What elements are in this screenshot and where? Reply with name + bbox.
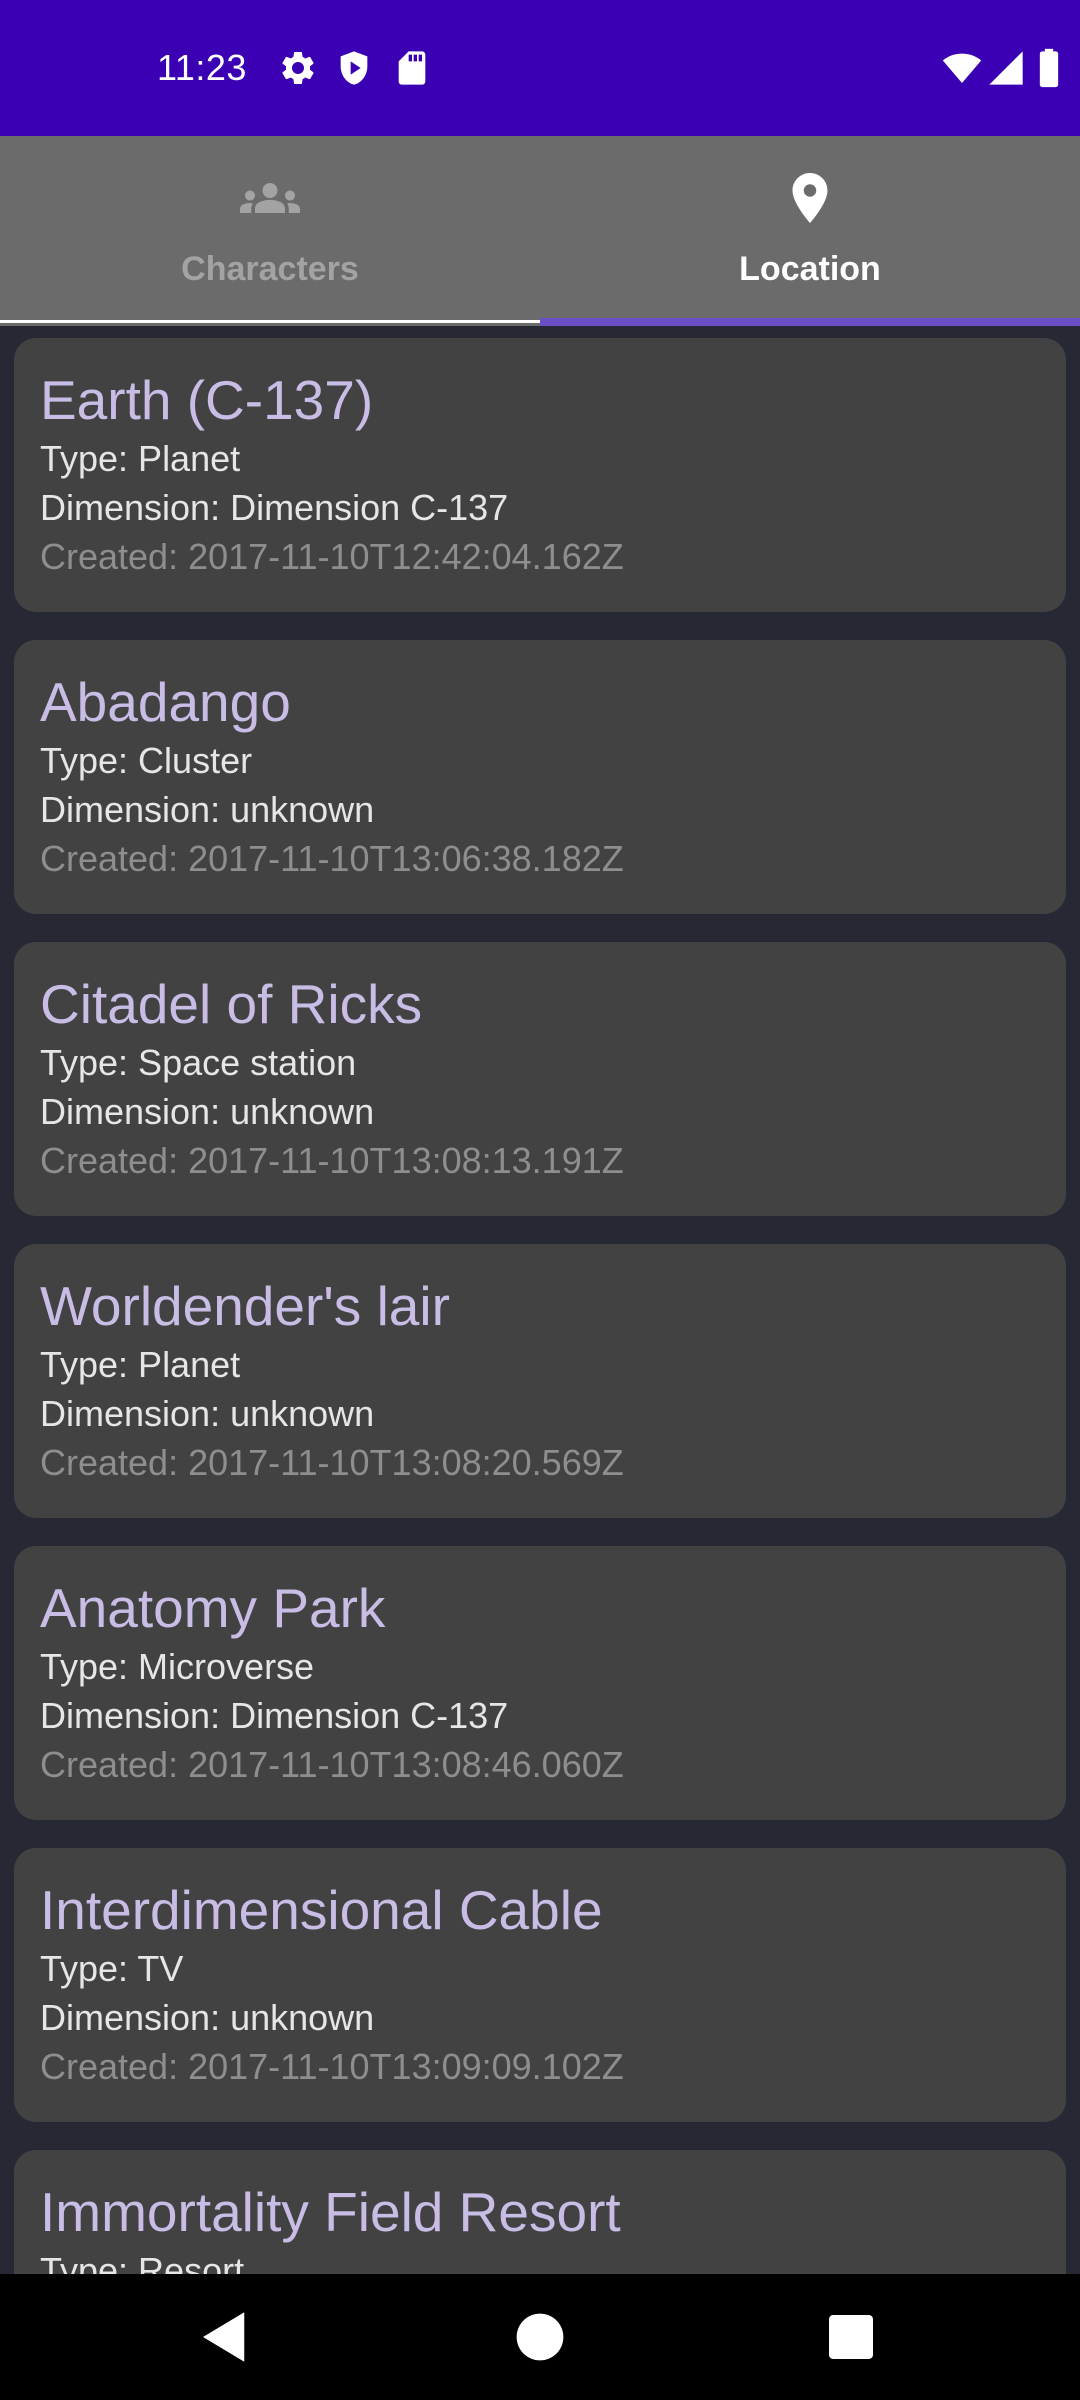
wifi-icon: [940, 48, 984, 88]
location-card[interactable]: Immortality Field Resort Type: Resort: [14, 2150, 1066, 2274]
location-card[interactable]: Interdimensional Cable Type: TV Dimensio…: [14, 1848, 1066, 2122]
location-card[interactable]: Earth (C-137) Type: Planet Dimension: Di…: [14, 338, 1066, 612]
location-type: Type: Planet: [40, 438, 241, 479]
tab-bar: Characters Location: [0, 136, 1080, 326]
location-name: Immortality Field Resort: [40, 2181, 621, 2243]
location-created: Created: 2017-11-10T13:06:38.182Z: [40, 838, 624, 879]
location-created: Created: 2017-11-10T12:42:04.162Z: [40, 536, 624, 577]
location-type: Type: Planet: [40, 1344, 241, 1385]
tab-divider: [0, 320, 540, 323]
location-card[interactable]: Worldender's lair Type: Planet Dimension…: [14, 1244, 1066, 1518]
tab-selected-indicator: [540, 318, 1080, 326]
location-type: Type: Space station: [40, 1042, 357, 1083]
location-name: Worldender's lair: [40, 1275, 450, 1337]
location-name: Anatomy Park: [40, 1577, 386, 1639]
location-dimension: Dimension: Dimension C-137: [40, 1695, 509, 1736]
home-icon[interactable]: [507, 2304, 573, 2370]
location-list[interactable]: Earth (C-137) Type: Planet Dimension: Di…: [0, 326, 1080, 2274]
signal-icon: [986, 48, 1026, 88]
tab-characters[interactable]: Characters: [0, 136, 540, 326]
battery-icon: [1036, 48, 1062, 88]
location-type: Type: TV: [40, 1948, 184, 1989]
recents-icon[interactable]: [818, 2304, 884, 2370]
back-icon[interactable]: [192, 2304, 258, 2370]
sd-card-icon: [392, 48, 432, 88]
location-dimension: Dimension: Dimension C-137: [40, 487, 509, 528]
location-type: Type: Resort: [40, 2250, 245, 2274]
location-created: Created: 2017-11-10T13:08:13.191Z: [40, 1140, 624, 1181]
location-dimension: Dimension: unknown: [40, 1393, 375, 1434]
location-dimension: Dimension: unknown: [40, 1091, 375, 1132]
navigation-bar: [0, 2274, 1080, 2400]
status-time: 11:23: [157, 47, 247, 88]
location-type: Type: Microverse: [40, 1646, 315, 1687]
location-name: Abadango: [40, 671, 291, 733]
location-created: Created: 2017-11-10T13:08:46.060Z: [40, 1744, 624, 1785]
tab-location[interactable]: Location: [540, 136, 1080, 326]
location-created: Created: 2017-11-10T13:09:09.102Z: [40, 2046, 624, 2087]
location-type: Type: Cluster: [40, 740, 253, 781]
location-card[interactable]: Anatomy Park Type: Microverse Dimension:…: [14, 1546, 1066, 1820]
location-created: Created: 2017-11-10T13:08:20.569Z: [40, 1442, 624, 1483]
location-dimension: Dimension: unknown: [40, 789, 375, 830]
shield-icon: [334, 48, 374, 88]
status-bar: 11:23: [0, 0, 1080, 136]
gear-icon: [278, 48, 318, 88]
screen: 11:23 Characters Location Earth (C-137) …: [0, 0, 1080, 2400]
tab-characters-label: Characters: [181, 250, 359, 288]
location-card[interactable]: Citadel of Ricks Type: Space station Dim…: [14, 942, 1066, 1216]
location-pin-icon: [780, 168, 840, 228]
location-name: Citadel of Ricks: [40, 973, 423, 1035]
location-name: Interdimensional Cable: [40, 1879, 603, 1941]
location-dimension: Dimension: unknown: [40, 1997, 375, 2038]
location-name: Earth (C-137): [40, 369, 374, 431]
people-icon: [240, 168, 300, 228]
location-card[interactable]: Abadango Type: Cluster Dimension: unknow…: [14, 640, 1066, 914]
tab-location-label: Location: [739, 250, 881, 288]
